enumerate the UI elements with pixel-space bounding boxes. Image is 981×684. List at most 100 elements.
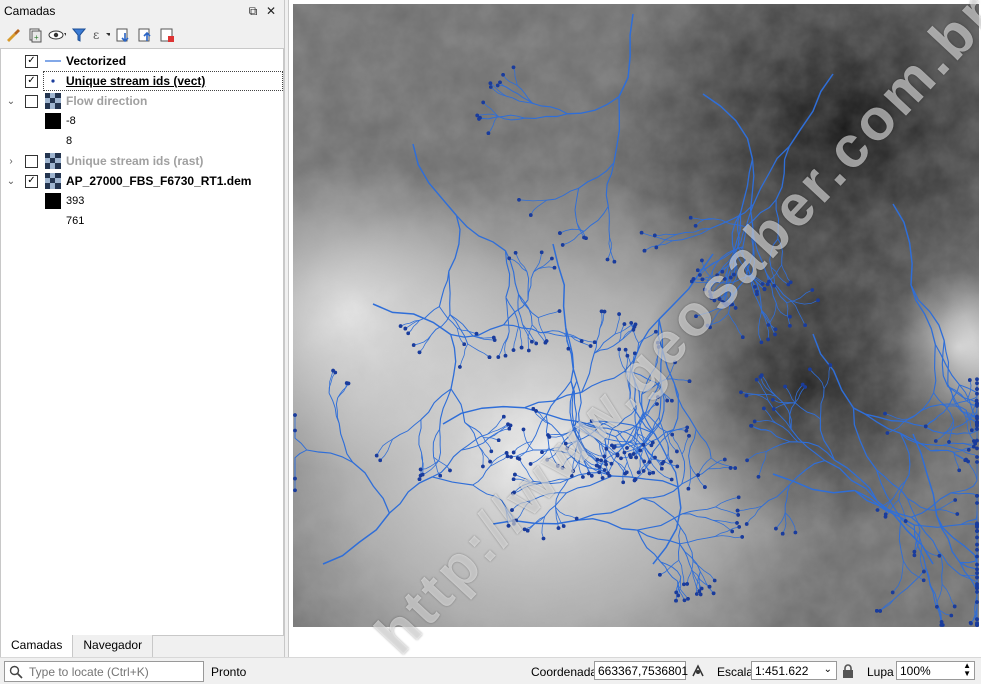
stream-outlet-point	[561, 466, 565, 470]
stream-outlet-point	[761, 282, 765, 286]
expand-chevron-icon[interactable]: ›	[6, 156, 16, 167]
layer-visibility-checkbox[interactable]: ✓	[25, 75, 38, 88]
stream-outlet-point	[600, 310, 604, 314]
stream-outlet-point	[803, 385, 807, 389]
layer-visibility-checkbox[interactable]: ✓	[25, 55, 38, 68]
close-panel-icon[interactable]: ✕	[264, 4, 278, 18]
expand-all-icon[interactable]	[114, 26, 132, 44]
stream-outlet-point	[922, 579, 926, 583]
stream-outlet-point	[293, 413, 297, 417]
layer-visibility-checkbox[interactable]	[25, 155, 38, 168]
stream-outlet-point	[760, 341, 764, 345]
stream-outlet-point	[722, 301, 726, 305]
stream-outlet-point	[967, 448, 971, 452]
stream-outlet-point	[488, 460, 492, 464]
stream-outlet-point	[732, 273, 736, 277]
remove-layer-icon[interactable]	[158, 26, 176, 44]
stream-outlet-point	[404, 327, 408, 331]
style-layer-icon[interactable]	[4, 26, 22, 44]
add-group-icon[interactable]: +	[26, 26, 44, 44]
panel-title: Camadas	[0, 4, 55, 18]
stream-outlet-point	[512, 451, 516, 455]
stream-outlet-point	[706, 324, 710, 328]
stream-outlet-point	[956, 512, 960, 516]
stream-outlet-point	[488, 355, 492, 359]
stream-outlet-point	[755, 290, 759, 294]
stream-outlet-point	[590, 419, 594, 423]
layer-visibility-checkbox[interactable]	[25, 95, 38, 108]
visibility-eye-icon[interactable]	[48, 26, 66, 44]
float-panel-icon[interactable]: ⧉	[246, 4, 260, 18]
stream-outlet-point	[505, 451, 509, 455]
stream-outlet-point	[550, 257, 554, 261]
layer-visibility-checkbox[interactable]: ✓	[25, 175, 38, 188]
magnifier-spinbox[interactable]: 100% ▲▼	[896, 661, 975, 680]
toggle-extent-icon[interactable]	[690, 663, 706, 682]
stream-outlet-point	[530, 340, 534, 344]
stream-outlet-point	[514, 251, 518, 255]
stream-outlet-point	[619, 457, 623, 461]
map-canvas[interactable]: http://www.geosaber.com.br	[288, 0, 981, 657]
locator-input[interactable]	[27, 664, 201, 680]
collapse-chevron-icon[interactable]: ⌄	[6, 176, 16, 187]
line-symbol-icon	[45, 53, 61, 69]
stream-outlet-point	[504, 354, 508, 358]
stream-outlet-point	[564, 442, 568, 446]
stream-outlet-point	[750, 424, 754, 428]
scale-value: 1:451.622	[755, 664, 808, 678]
collapse-all-icon[interactable]	[136, 26, 154, 44]
stream-outlet-point	[670, 399, 674, 403]
stream-outlet-point	[940, 623, 944, 627]
stream-outlet-point	[508, 427, 512, 431]
raster-icon	[45, 93, 61, 109]
raster-icon	[45, 153, 61, 169]
expression-filter-icon[interactable]: ε	[92, 26, 110, 44]
filter-icon[interactable]	[70, 26, 88, 44]
stream-outlet-point	[616, 454, 620, 458]
stream-outlet-point	[788, 315, 792, 319]
raster-icon	[45, 173, 61, 189]
stream-outlet-point	[512, 66, 516, 70]
layers-panel: Camadas ⧉ ✕ + ε	[0, 0, 285, 657]
layers-panel-header: Camadas ⧉ ✕	[0, 0, 284, 22]
stream-outlet-point	[512, 522, 516, 526]
tab-navegador[interactable]: Navegador	[73, 635, 153, 658]
layer-row-stream-ids-vect[interactable]: ✓ Unique stream ids (vect)	[1, 71, 283, 91]
layer-row-stream-ids-rast[interactable]: › Unique stream ids (rast)	[1, 151, 283, 171]
stream-outlet-point	[766, 338, 770, 342]
lock-icon[interactable]	[841, 663, 855, 682]
stream-outlet-point	[685, 426, 689, 430]
stream-outlet-point	[634, 456, 638, 460]
stream-outlet-point	[884, 513, 888, 517]
collapse-chevron-icon[interactable]: ⌄	[6, 96, 16, 107]
stream-outlet-point	[557, 526, 561, 530]
stream-outlet-point	[891, 591, 895, 595]
stream-outlet-point	[625, 471, 629, 475]
stream-outlet-point	[816, 298, 820, 302]
stream-outlet-point	[975, 568, 979, 572]
legend-label: 8	[66, 135, 72, 147]
legend-label: 393	[66, 195, 84, 207]
layer-row-dem[interactable]: ⌄ ✓ AP_27000_FBS_F6730_RT1.dem	[1, 171, 283, 191]
locator-bar[interactable]	[4, 661, 204, 682]
stream-outlet-point	[669, 460, 673, 464]
coordinate-field[interactable]: 663367,7536801	[594, 661, 686, 680]
stream-outlet-point	[582, 236, 586, 240]
stream-outlet-point	[924, 425, 928, 429]
dem-map[interactable]	[293, 4, 979, 627]
stream-outlet-point	[605, 447, 609, 451]
spin-arrows-icon: ▲▼	[963, 662, 971, 678]
stream-outlet-point	[648, 460, 652, 464]
stream-outlet-point	[694, 314, 698, 318]
stream-outlet-point	[587, 472, 591, 476]
layer-row-vectorized[interactable]: ✓ Vectorized	[1, 51, 283, 71]
stream-outlet-point	[975, 501, 979, 505]
tab-camadas[interactable]: Camadas	[0, 635, 73, 658]
stream-outlet-point	[975, 590, 979, 594]
scale-combobox[interactable]: 1:451.622 ⌄	[751, 661, 837, 680]
stream-outlet-point	[489, 85, 493, 89]
stream-outlet-point	[598, 465, 602, 469]
stream-outlet-point	[509, 424, 513, 428]
layer-row-flow-direction[interactable]: ⌄ Flow direction	[1, 91, 283, 111]
stream-outlet-point	[674, 599, 678, 603]
